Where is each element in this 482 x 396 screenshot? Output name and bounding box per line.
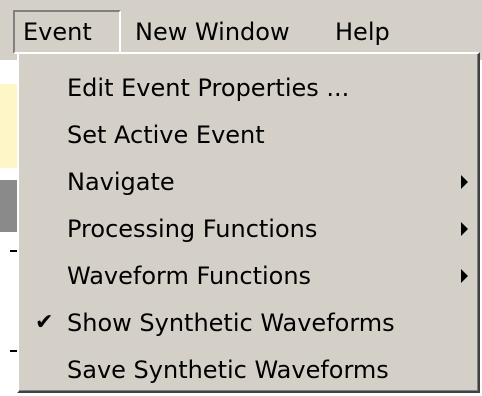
background-panel-dark (0, 180, 18, 232)
submenu-arrow-icon (461, 175, 468, 189)
menu-event[interactable]: Event (13, 10, 121, 54)
menu-item-waveform-functions[interactable]: Waveform Functions (21, 256, 476, 296)
menu-item-label: Waveform Functions (67, 262, 312, 290)
background-panel (0, 84, 18, 168)
event-dropdown-menu: Edit Event Properties ... Set Active Eve… (17, 52, 480, 393)
menu-item-show-synthetic-waveforms[interactable]: ✔ Show Synthetic Waveforms (21, 303, 476, 343)
menu-item-label: Set Active Event (67, 121, 265, 149)
menu-item-processing-functions[interactable]: Processing Functions (21, 209, 476, 249)
menu-bar: Event New Window Help (0, 0, 482, 60)
app-background (0, 60, 18, 396)
menu-item-edit-event-properties[interactable]: Edit Event Properties ... (21, 68, 476, 108)
checkmark-icon: ✔ (35, 310, 54, 335)
menu-item-label: Save Synthetic Waveforms (67, 356, 389, 384)
menu-item-navigate[interactable]: Navigate (21, 162, 476, 202)
menu-new-window[interactable]: New Window (135, 10, 315, 54)
menu-help[interactable]: Help (335, 10, 405, 54)
submenu-arrow-icon (461, 269, 468, 283)
menu-item-label: Processing Functions (67, 215, 318, 243)
menu-item-label: Navigate (67, 168, 175, 196)
menu-item-label: Edit Event Properties ... (67, 74, 350, 102)
menu-item-save-synthetic-waveforms[interactable]: Save Synthetic Waveforms (21, 350, 476, 390)
menu-item-set-active-event[interactable]: Set Active Event (21, 115, 476, 155)
menu-item-label: Show Synthetic Waveforms (67, 309, 395, 337)
submenu-arrow-icon (461, 222, 468, 236)
